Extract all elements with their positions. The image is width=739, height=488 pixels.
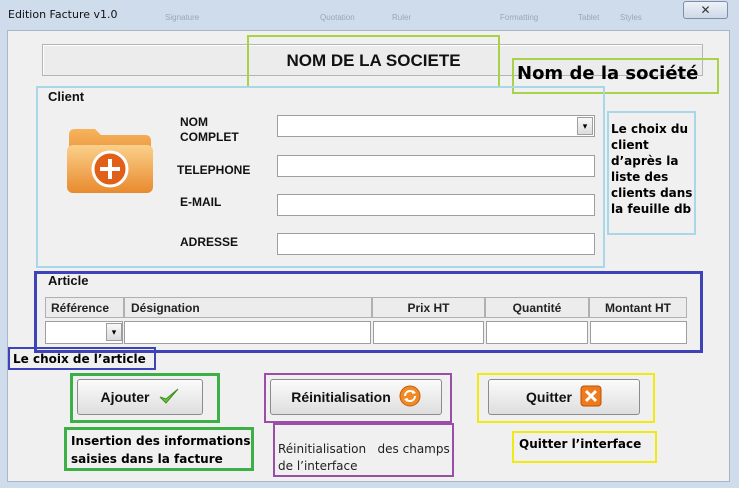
email-label: E-MAIL [180,195,222,209]
annotation-line: saisies dans la facture [71,452,223,466]
checkmark-icon [158,387,180,408]
column-header-quantite: Quantité [485,297,589,318]
background-label: Ruler [392,13,412,22]
article-section-title: Article [48,273,89,288]
address-input[interactable] [277,233,595,255]
phone-label: TELEPHONE [177,163,251,177]
annotation-line: clients dans [611,186,693,200]
email-input[interactable] [277,194,595,216]
designation-input[interactable] [124,321,371,344]
quit-annotation: Quitter l’interface [512,431,657,463]
annotation-line: la feuille db [611,202,692,216]
client-name-combobox[interactable] [277,115,595,137]
client-section-title: Client [48,89,85,104]
prix-ht-input[interactable] [373,321,484,344]
background-label: Quotation [320,13,355,22]
close-box-icon [580,385,602,410]
column-header-montant-ht: Montant HT [589,297,687,318]
window-title: Edition Facture v1.0 [8,8,118,21]
name-label-line1: NOM [180,115,208,129]
annotation-line: Réinitialisation des champs [278,442,450,456]
add-annotation: Insertion des informations saisies dans … [64,427,254,471]
annotation-line: liste des [611,170,669,184]
background-label: Signature [165,13,200,22]
article-choice-annotation: Le choix de l’article [8,347,156,370]
reset-button[interactable]: Réinitialisation [270,379,442,415]
quit-button[interactable]: Quitter [488,379,640,415]
annotation-line: Insertion des informations [71,434,251,448]
add-button-label: Ajouter [100,389,150,405]
quantite-input[interactable] [486,321,588,344]
background-label: Formatting [500,13,539,22]
reset-button-label: Réinitialisation [291,389,391,405]
folder-add-icon [65,125,155,195]
quit-button-label: Quitter [526,389,572,405]
client-choice-annotation: Le choix du client d’après la liste des … [607,111,696,235]
annotation-line: client [611,138,649,152]
address-label: ADRESSE [180,235,239,249]
name-label-line2: COMPLET [180,130,239,144]
client-dropdown-button[interactable]: ▾ [577,117,593,135]
window-close-button[interactable]: ✕ [683,1,728,19]
annotation-line: Le choix du [611,122,689,136]
refresh-icon [399,385,421,410]
reference-dropdown-button[interactable]: ▾ [106,323,122,341]
reset-annotation: Réinitialisation des champs de l’interfa… [273,423,454,477]
background-label: Tablet [578,13,600,22]
annotation-line: d’après la [611,154,679,168]
column-header-reference: Référence [45,297,124,318]
phone-input[interactable] [277,155,595,177]
montant-ht-input[interactable] [590,321,687,344]
background-label: Styles [620,13,642,22]
column-header-designation: Désignation [124,297,372,318]
column-header-prix-ht: Prix HT [372,297,485,318]
annotation-line: de l’interface [278,459,358,473]
add-button[interactable]: Ajouter [77,379,203,415]
company-name: NOM DE LA SOCIETE [247,35,500,88]
